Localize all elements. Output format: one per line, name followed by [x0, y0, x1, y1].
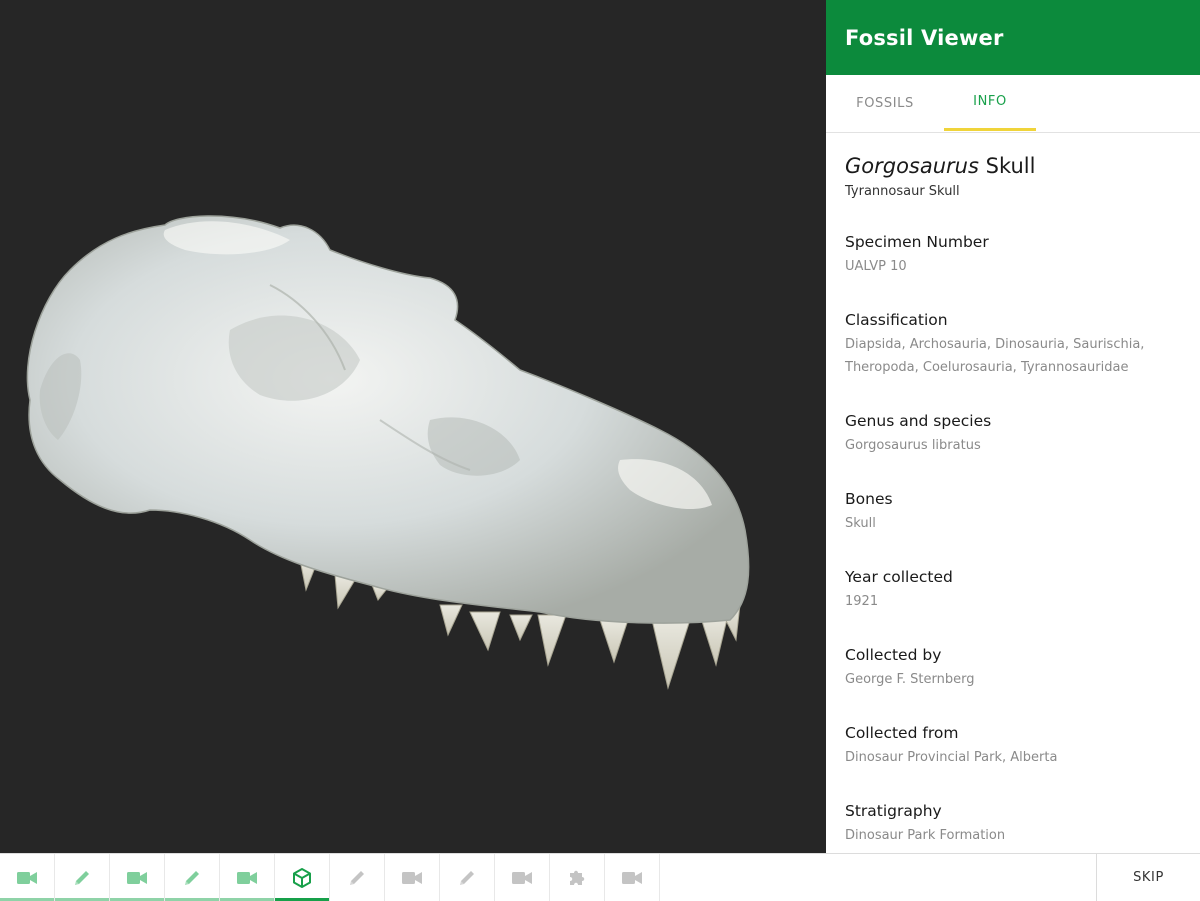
app-header: Fossil Viewer	[826, 0, 1200, 75]
fossil-skull-model[interactable]	[0, 0, 826, 853]
field-value: Dinosaur Provincial Park, Alberta	[845, 750, 1058, 765]
step-list	[0, 854, 660, 901]
field-label: Specimen Number	[845, 233, 989, 251]
field-label: Genus and species	[845, 412, 992, 430]
step-button-12[interactable]	[605, 854, 660, 901]
tab-fossils[interactable]: FOSSILS	[826, 75, 944, 131]
step-button-5[interactable]	[220, 854, 275, 901]
video-camera-icon	[401, 870, 423, 886]
field-collected-by: Collected by George F. Sternberg	[845, 646, 1181, 691]
pencil-icon	[72, 868, 92, 888]
field-value: 1921	[845, 594, 879, 609]
field-value: Gorgosaurus libratus	[845, 438, 981, 453]
pencil-icon	[182, 868, 202, 888]
field-value: Diapsida, Archosauria, Dinosauria, Sauri…	[845, 337, 1145, 375]
video-camera-icon	[236, 870, 258, 886]
step-button-6[interactable]	[275, 854, 330, 901]
tab-info[interactable]: INFO	[944, 75, 1036, 131]
step-toolbar: SKIP	[0, 853, 1200, 901]
cube-icon	[291, 867, 313, 889]
tab-bar: FOSSILS INFO	[826, 75, 1200, 133]
fossil-subtitle: Tyrannosaur Skull	[845, 184, 960, 199]
field-value: George F. Sternberg	[845, 672, 975, 687]
step-button-8[interactable]	[385, 854, 440, 901]
step-button-4[interactable]	[165, 854, 220, 901]
video-camera-icon	[511, 870, 533, 886]
field-classification: Classification Diapsida, Archosauria, Di…	[845, 311, 1181, 379]
puzzle-icon	[566, 867, 588, 889]
fossil-title: Gorgosaurus Skull	[845, 153, 1181, 179]
field-label: Collected from	[845, 724, 959, 742]
field-bones: Bones Skull	[845, 490, 1181, 535]
field-label: Collected by	[845, 646, 942, 664]
field-genus-species: Genus and species Gorgosaurus libratus	[845, 412, 1181, 457]
field-label: Year collected	[845, 568, 953, 586]
pencil-icon	[347, 868, 367, 888]
field-label: Classification	[845, 311, 948, 329]
field-year-collected: Year collected 1921	[845, 568, 1181, 613]
video-camera-icon	[16, 870, 38, 886]
step-button-2[interactable]	[55, 854, 110, 901]
field-specimen-number: Specimen Number UALVP 10	[845, 233, 1181, 278]
fossil-title-rest: Skull	[978, 154, 1036, 178]
field-label: Stratigraphy	[845, 802, 942, 820]
field-collected-from: Collected from Dinosaur Provincial Park,…	[845, 724, 1181, 769]
video-camera-icon	[621, 870, 643, 886]
skip-button[interactable]: SKIP	[1096, 854, 1200, 901]
field-value: Dinosaur Park Formation	[845, 828, 1006, 843]
info-panel: Fossil Viewer FOSSILS INFO Gorgosaurus S…	[826, 0, 1200, 853]
pencil-icon	[457, 868, 477, 888]
app-title: Fossil Viewer	[845, 25, 1004, 50]
step-button-10[interactable]	[495, 854, 550, 901]
step-button-9[interactable]	[440, 854, 495, 901]
fossil-details: Gorgosaurus Skull Tyrannosaur Skull Spec…	[826, 133, 1200, 847]
field-value: UALVP 10	[845, 259, 907, 274]
model-viewport[interactable]	[0, 0, 826, 853]
field-value: Skull	[845, 516, 876, 531]
step-button-7[interactable]	[330, 854, 385, 901]
field-label: Bones	[845, 490, 893, 508]
fossil-title-genus: Gorgosaurus	[845, 154, 979, 178]
video-camera-icon	[126, 870, 148, 886]
step-button-3[interactable]	[110, 854, 165, 901]
field-stratigraphy: Stratigraphy Dinosaur Park Formation	[845, 802, 1181, 847]
step-button-11[interactable]	[550, 854, 605, 901]
step-button-1[interactable]	[0, 854, 55, 901]
